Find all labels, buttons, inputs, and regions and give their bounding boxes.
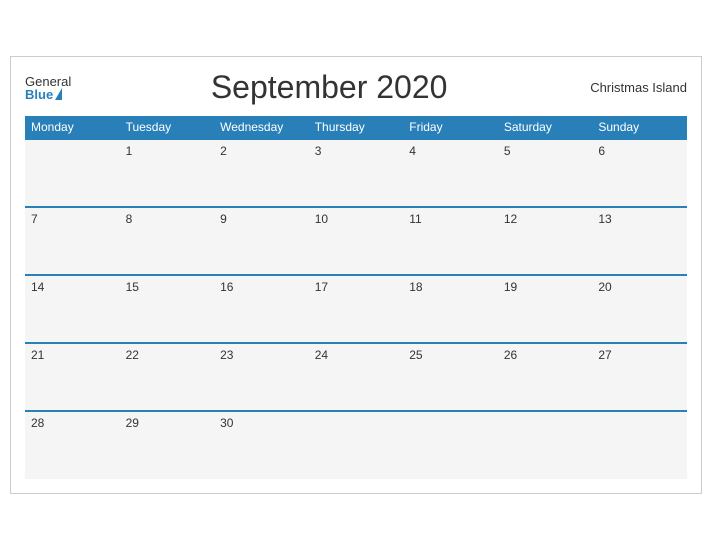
col-saturday: Saturday [498,116,593,139]
calendar-day-cell: 29 [120,411,215,479]
calendar-day-cell: 18 [403,275,498,343]
day-number: 19 [504,280,517,294]
calendar-day-cell: 24 [309,343,404,411]
calendar-day-cell: 2 [214,139,309,207]
day-number: 26 [504,348,517,362]
calendar-container: General Blue September 2020 Christmas Is… [10,56,702,494]
calendar-day-cell: 16 [214,275,309,343]
day-number: 24 [315,348,328,362]
day-number: 20 [598,280,611,294]
weekday-header-row: Monday Tuesday Wednesday Thursday Friday… [25,116,687,139]
day-number: 12 [504,212,517,226]
logo-general-text: General [25,75,71,88]
day-number: 11 [409,212,421,226]
day-number: 21 [31,348,44,362]
day-number: 28 [31,416,44,430]
day-number: 9 [220,212,227,226]
calendar-day-cell: 26 [498,343,593,411]
location-label: Christmas Island [587,80,687,95]
logo-blue-text: Blue [25,88,53,101]
calendar-day-cell: 30 [214,411,309,479]
calendar-week-row: 21 22 23 24 25 26 27 [25,343,687,411]
logo-triangle-icon [55,88,62,100]
col-wednesday: Wednesday [214,116,309,139]
calendar-day-cell: 10 [309,207,404,275]
day-number: 2 [220,144,227,158]
calendar-week-row: 28 29 30 [25,411,687,479]
calendar-day-cell: 23 [214,343,309,411]
calendar-day-cell: 13 [592,207,687,275]
calendar-day-cell: 22 [120,343,215,411]
calendar-day-cell: 15 [120,275,215,343]
day-number: 7 [31,212,38,226]
calendar-day-cell: 21 [25,343,120,411]
day-number: 18 [409,280,422,294]
day-number: 14 [31,280,44,294]
calendar-day-cell: 12 [498,207,593,275]
calendar-day-cell [309,411,404,479]
day-number: 30 [220,416,233,430]
col-thursday: Thursday [309,116,404,139]
day-number: 5 [504,144,511,158]
day-number: 25 [409,348,422,362]
calendar-week-row: 7 8 9 10 11 12 13 [25,207,687,275]
calendar-day-cell: 6 [592,139,687,207]
day-number: 23 [220,348,233,362]
day-number: 6 [598,144,605,158]
logo: General Blue [25,75,71,101]
calendar-day-cell: 25 [403,343,498,411]
col-friday: Friday [403,116,498,139]
calendar-day-cell: 28 [25,411,120,479]
calendar-day-cell: 7 [25,207,120,275]
calendar-day-cell: 4 [403,139,498,207]
day-number: 4 [409,144,416,158]
calendar-day-cell [25,139,120,207]
calendar-title: September 2020 [71,69,587,106]
day-number: 3 [315,144,322,158]
day-number: 13 [598,212,611,226]
calendar-header: General Blue September 2020 Christmas Is… [25,69,687,106]
calendar-day-cell [498,411,593,479]
day-number: 15 [126,280,139,294]
col-tuesday: Tuesday [120,116,215,139]
calendar-day-cell: 14 [25,275,120,343]
day-number: 27 [598,348,611,362]
calendar-day-cell: 9 [214,207,309,275]
day-number: 22 [126,348,139,362]
day-number: 10 [315,212,328,226]
day-number: 17 [315,280,328,294]
calendar-day-cell: 1 [120,139,215,207]
calendar-day-cell: 3 [309,139,404,207]
calendar-grid: Monday Tuesday Wednesday Thursday Friday… [25,116,687,479]
calendar-day-cell [403,411,498,479]
day-number: 16 [220,280,233,294]
calendar-day-cell [592,411,687,479]
day-number: 29 [126,416,139,430]
calendar-body: 1234567891011121314151617181920212223242… [25,139,687,479]
day-number: 8 [126,212,133,226]
calendar-day-cell: 8 [120,207,215,275]
calendar-day-cell: 20 [592,275,687,343]
day-number: 1 [126,144,133,158]
calendar-week-row: 14 15 16 17 18 19 20 [25,275,687,343]
calendar-week-row: 1 2 3 4 5 6 [25,139,687,207]
calendar-day-cell: 27 [592,343,687,411]
calendar-day-cell: 5 [498,139,593,207]
calendar-day-cell: 17 [309,275,404,343]
col-monday: Monday [25,116,120,139]
col-sunday: Sunday [592,116,687,139]
calendar-day-cell: 11 [403,207,498,275]
calendar-day-cell: 19 [498,275,593,343]
